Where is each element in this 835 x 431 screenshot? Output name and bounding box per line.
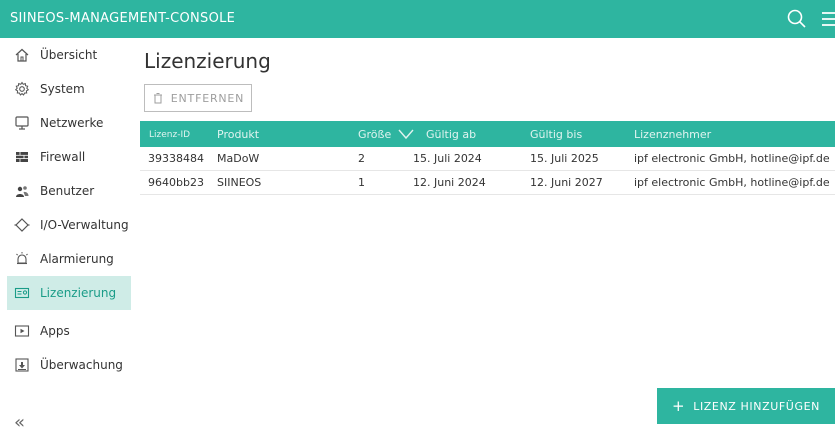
sidebar-item-apps[interactable]: Apps [0,314,131,348]
cell-gueltig-bis: 12. Juni 2027 [530,176,603,189]
column-header-lizenznehmer[interactable]: Lizenznehmer [634,128,711,141]
table-header: Lizenz-ID Produkt Größe Gültig ab Gültig… [140,121,835,147]
page-title: Lizenzierung [144,49,271,73]
sidebar-item-label: Übersicht [40,48,98,62]
cell-produkt: MaDoW [217,152,260,165]
column-header-produkt[interactable]: Produkt [217,128,259,141]
remove-button[interactable]: ENTFERNEN [144,84,252,112]
users-icon [16,186,29,197]
license-icon [14,287,30,299]
plus-icon: + [672,396,686,415]
cell-lizenznehmer: ipf electronic GmbH, hotline@ipf.de [634,176,830,189]
sidebar-item-label: Lizenzierung [40,286,117,300]
cell-produkt: SIINEOS [217,176,262,189]
sidebar-item-label: Benutzer [40,184,95,198]
add-license-button-label: LIZENZ HINZUFÜGEN [693,399,820,413]
alarm-icon [16,252,28,265]
cell-lizenz-id: 9640bb23 [148,176,204,189]
remove-button-label: ENTFERNEN [170,91,245,105]
sidebar-item-label: Netzwerke [40,116,104,130]
home-icon [15,48,29,62]
hamburger-menu-icon[interactable] [820,7,835,31]
sidebar-item-firewall[interactable]: Firewall [0,140,131,174]
cell-lizenz-id: 39338484 [148,152,204,165]
table-row[interactable]: 9640bb23 SIINEOS 1 12. Juni 2024 12. Jun… [140,171,835,195]
sidebar-item-netzwerke[interactable]: Netzwerke [0,106,131,140]
collapse-sidebar-icon[interactable]: « [14,412,25,431]
app-title: SIINEOS-MANAGEMENT-CONSOLE [10,11,236,26]
monitoring-icon [15,358,29,372]
cell-gueltig-bis: 15. Juli 2025 [530,152,599,165]
sidebar-item-benutzer[interactable]: Benutzer [0,174,131,208]
sidebar: Übersicht System Netzwerke Firewall Benu… [0,38,131,431]
search-icon[interactable] [785,7,809,31]
add-license-button[interactable]: + LIZENZ HINZUFÜGEN [657,388,835,424]
sidebar-item-alarmierung[interactable]: Alarmierung [0,242,131,276]
sidebar-item-label: Firewall [40,150,86,164]
cell-groesse: 1 [358,176,365,189]
top-bar: SIINEOS-MANAGEMENT-CONSOLE [0,0,835,38]
cell-lizenznehmer: ipf electronic GmbH, hotline@ipf.de [634,152,830,165]
column-header-gueltig-ab[interactable]: Gültig ab [426,128,476,141]
cell-gueltig-ab: 12. Juni 2024 [413,176,486,189]
sidebar-item-system[interactable]: System [0,72,131,106]
apps-icon [14,325,30,337]
license-table: Lizenz-ID Produkt Größe Gültig ab Gültig… [140,121,835,195]
sidebar-item-label: Apps [40,324,70,338]
sidebar-item-lizenzierung[interactable]: Lizenzierung [7,276,131,310]
cell-groesse: 2 [358,152,365,165]
sidebar-item-ueberwachung[interactable]: Überwachung [0,348,131,382]
sort-descending-icon[interactable] [398,127,414,141]
sidebar-item-uebersicht[interactable]: Übersicht [0,38,131,72]
sidebar-item-label: I/O-Verwaltung [40,218,129,232]
gear-icon [14,81,30,96]
trash-icon [153,93,162,104]
sidebar-item-io-verwaltung[interactable]: I/O-Verwaltung [0,208,131,242]
table-row[interactable]: 39338484 MaDoW 2 15. Juli 2024 15. Juli … [140,147,835,171]
sidebar-item-label: Überwachung [40,358,123,372]
cell-gueltig-ab: 15. Juli 2024 [413,152,482,165]
column-header-gueltig-bis[interactable]: Gültig bis [530,128,582,141]
sidebar-item-label: System [40,82,85,96]
firewall-icon [16,152,28,162]
column-header-lizenz-id[interactable]: Lizenz-ID [149,130,190,140]
monitor-icon [15,116,29,130]
sidebar-item-label: Alarmierung [40,252,114,266]
io-icon [14,218,30,232]
column-header-groesse[interactable]: Größe [358,128,391,141]
